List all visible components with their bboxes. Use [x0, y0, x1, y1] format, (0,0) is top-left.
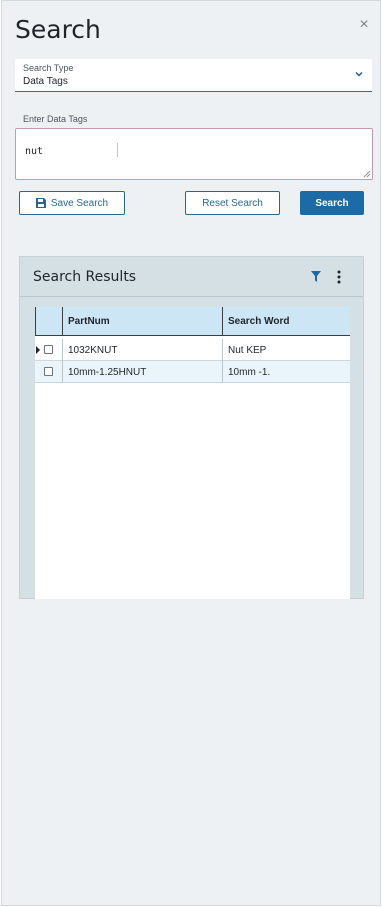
data-tags-input[interactable]: nut	[15, 128, 373, 180]
table-row[interactable]: 10mm-1.25HNUT 10mm -1.	[35, 361, 350, 383]
save-search-button[interactable]: Save Search	[19, 191, 125, 215]
column-header-search-word[interactable]: Search Word	[223, 307, 350, 336]
page-title: Search	[15, 15, 101, 44]
save-icon	[35, 198, 46, 208]
header-select-cell	[35, 307, 63, 336]
results-header: Search Results	[20, 257, 363, 297]
close-icon[interactable]: ×	[356, 17, 372, 33]
search-results-panel: Search Results PartNum Search Word 1032K…	[19, 256, 364, 599]
reset-search-button[interactable]: Reset Search	[185, 191, 280, 215]
row-select-cell	[35, 361, 63, 383]
data-tags-label: Enter Data Tags	[23, 114, 88, 124]
row-select-cell	[35, 339, 63, 361]
results-grid: PartNum Search Word 1032KNUT Nut KEP 10m…	[35, 307, 350, 599]
text-cursor	[117, 143, 118, 157]
search-panel: Search × Search Type Data Tags Enter Dat…	[1, 0, 381, 906]
search-type-label: Search Type	[23, 63, 74, 73]
partnum-cell[interactable]: 1032KNUT	[63, 339, 223, 361]
current-row-indicator-icon	[36, 346, 40, 354]
search-word-cell[interactable]: 10mm -1.	[223, 361, 350, 383]
search-type-value: Data Tags	[23, 76, 68, 87]
chevron-down-icon	[355, 71, 363, 77]
row-checkbox[interactable]	[44, 345, 53, 354]
search-type-select[interactable]: Search Type Data Tags	[15, 59, 372, 92]
resize-grip-icon[interactable]	[361, 168, 371, 178]
partnum-cell[interactable]: 10mm-1.25HNUT	[63, 361, 223, 383]
search-button[interactable]: Search	[300, 191, 364, 215]
filter-icon[interactable]	[311, 271, 321, 282]
search-button-label: Search	[315, 197, 349, 209]
grid-header: PartNum Search Word	[35, 307, 350, 336]
column-header-partnum[interactable]: PartNum	[63, 307, 223, 336]
results-title: Search Results	[33, 269, 137, 285]
reset-search-label: Reset Search	[202, 197, 263, 209]
table-row[interactable]: 1032KNUT Nut KEP	[35, 339, 350, 361]
save-search-label: Save Search	[50, 197, 109, 209]
search-word-cell[interactable]: Nut KEP	[223, 339, 350, 361]
row-checkbox[interactable]	[44, 367, 53, 376]
more-vertical-icon[interactable]	[334, 270, 344, 284]
